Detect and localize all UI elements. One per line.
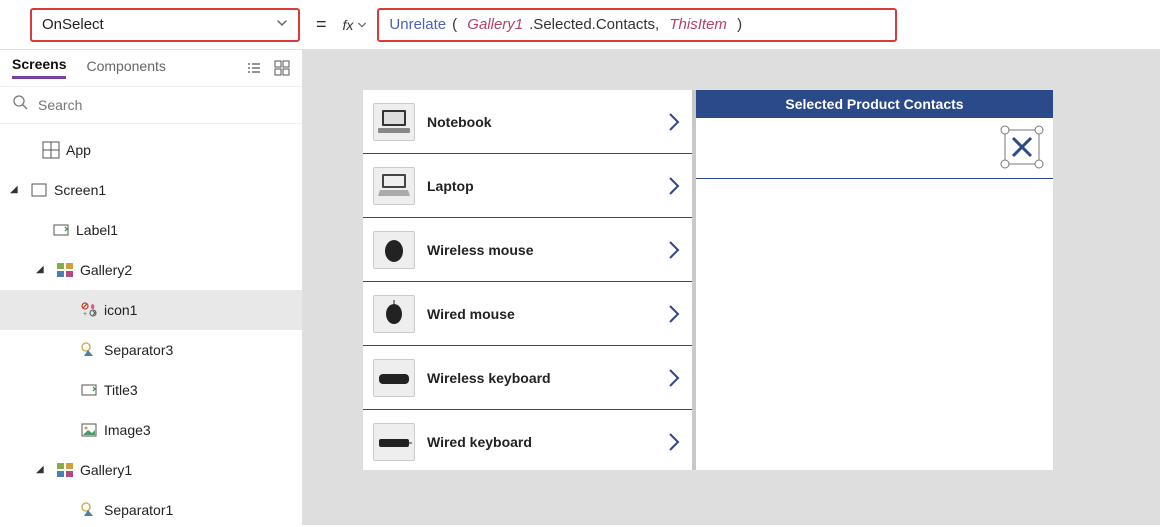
tree-toggle-icon[interactable]: ◢ [10, 184, 24, 195]
list-item[interactable]: Laptop [363, 154, 692, 218]
tree-item-image3[interactable]: Image3 [0, 410, 302, 450]
chevron-down-icon [276, 17, 288, 32]
product-image [373, 231, 415, 269]
gallery-icon [54, 261, 76, 279]
list-item[interactable]: Notebook [363, 90, 692, 154]
separator-icon [78, 501, 100, 519]
contacts-header: Selected Product Contacts [696, 90, 1053, 118]
tree-toggle-icon[interactable]: ◢ [36, 464, 50, 475]
separator-icon [78, 341, 100, 359]
product-image [373, 103, 415, 141]
formula-open: ( [452, 16, 461, 33]
contacts-panel: Selected Product Contacts [696, 90, 1053, 470]
search-input[interactable] [38, 97, 290, 113]
formula-fn: Unrelate [389, 16, 446, 33]
product-image [373, 423, 415, 461]
canvas-area: Notebook Laptop [303, 50, 1160, 525]
chevron-right-icon [666, 111, 682, 133]
formula-close: ) [733, 16, 742, 33]
chevron-down-icon [357, 20, 367, 30]
tree-item-icon1[interactable]: + icon1 [0, 290, 302, 330]
control-icon: + [78, 301, 100, 319]
tree-label: icon1 [104, 302, 137, 318]
tree-label: Gallery1 [80, 462, 132, 478]
property-dropdown[interactable]: OnSelect [30, 8, 300, 42]
product-name: Wireless mouse [427, 242, 666, 258]
product-image [373, 167, 415, 205]
tab-screens[interactable]: Screens [12, 56, 66, 79]
product-image [373, 359, 415, 397]
tree-label: Label1 [76, 222, 118, 238]
screen-icon [28, 181, 50, 199]
list-item[interactable]: Wired keyboard [363, 410, 692, 470]
list-item[interactable]: Wired mouse [363, 282, 692, 346]
product-name: Wireless keyboard [427, 370, 666, 386]
search-icon [12, 94, 28, 115]
app-surface: Notebook Laptop [363, 90, 1053, 470]
list-item[interactable]: Wireless keyboard [363, 346, 692, 410]
chevron-right-icon [666, 431, 682, 453]
tree-item-title3[interactable]: Title3 [0, 370, 302, 410]
formula-dot1: .Selected.Contacts, [529, 16, 663, 33]
tab-components[interactable]: Components [86, 58, 165, 78]
grid-view-icon[interactable] [274, 60, 290, 76]
tree-label: Title3 [104, 382, 138, 398]
product-name: Notebook [427, 114, 666, 130]
formula-bar[interactable]: Unrelate ( Gallery1 .Selected.Contacts, … [377, 8, 897, 42]
product-image [373, 295, 415, 333]
formula-arg1: Gallery1 [467, 16, 523, 33]
product-gallery[interactable]: Notebook Laptop [363, 90, 696, 470]
tree-label: App [66, 142, 91, 158]
tree-item-separator3[interactable]: Separator3 [0, 330, 302, 370]
tree-label: Separator1 [104, 502, 173, 518]
row-separator [696, 178, 1053, 179]
contacts-body [696, 118, 1053, 470]
image-icon [78, 421, 100, 439]
formula-arg2: ThisItem [669, 16, 727, 33]
chevron-right-icon [666, 303, 682, 325]
tree-label: Image3 [104, 422, 151, 438]
tree-label: Separator3 [104, 342, 173, 358]
chevron-right-icon [666, 175, 682, 197]
gallery-icon [54, 461, 76, 479]
product-name: Wired keyboard [427, 434, 666, 450]
selected-icon-control[interactable] [999, 124, 1045, 170]
fx-label: fx [343, 17, 354, 33]
tree-item-separator1[interactable]: Separator1 [0, 490, 302, 525]
tree-item-label1[interactable]: Label1 [0, 210, 302, 250]
svg-text:+: + [83, 311, 87, 318]
tree-item-gallery1[interactable]: ◢ Gallery1 [0, 450, 302, 490]
tree-expand-icon[interactable] [246, 60, 262, 76]
tree-item-gallery2[interactable]: ◢ Gallery2 [0, 250, 302, 290]
label-icon [50, 221, 72, 239]
app-icon [40, 141, 62, 159]
tree-toggle-icon[interactable]: ◢ [36, 264, 50, 275]
chevron-right-icon [666, 239, 682, 261]
equals-sign: = [316, 14, 327, 35]
list-item[interactable]: Wireless mouse [363, 218, 692, 282]
tree-panel: Screens Components [0, 50, 303, 525]
tree-label: Gallery2 [80, 262, 132, 278]
tree-item-app[interactable]: App [0, 130, 302, 170]
fx-button[interactable]: fx [343, 17, 368, 33]
tree-item-screen1[interactable]: ◢ Screen1 [0, 170, 302, 210]
product-name: Wired mouse [427, 306, 666, 322]
tree-label: Screen1 [54, 182, 106, 198]
label-icon [78, 381, 100, 399]
property-name: OnSelect [42, 16, 104, 33]
chevron-right-icon [666, 367, 682, 389]
product-name: Laptop [427, 178, 666, 194]
